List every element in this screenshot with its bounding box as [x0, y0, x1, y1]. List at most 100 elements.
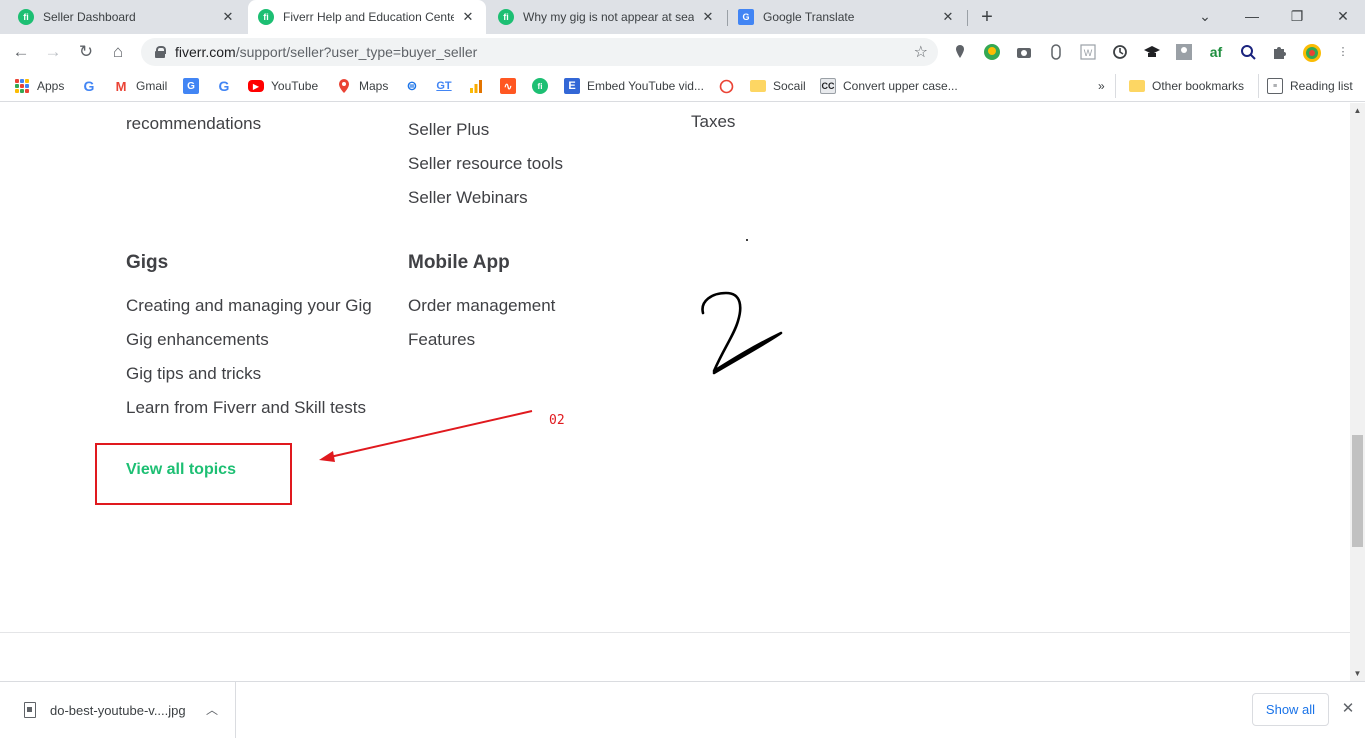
minimize-icon[interactable]: — — [1242, 6, 1262, 26]
svg-text:af: af — [1210, 44, 1223, 60]
scrollbar-thumb[interactable] — [1352, 435, 1363, 547]
bookmark-star-icon[interactable]: ☆ — [914, 42, 928, 62]
apps-grid-icon — [15, 79, 29, 93]
bookmark-convert-case[interactable]: CC Convert upper case... — [820, 76, 958, 96]
bookmark-label: Apps — [37, 79, 65, 93]
handwritten-dot — [746, 239, 748, 241]
close-icon[interactable]: ✕ — [940, 9, 956, 25]
bookmark-analytics[interactable] — [468, 76, 491, 96]
tab-why-my-gig[interactable]: fi Why my gig is not appear at sear ✕ — [488, 0, 726, 34]
bookmark-youtube[interactable]: ▶ YouTube — [248, 76, 318, 96]
profile-avatar-icon[interactable] — [1302, 43, 1321, 62]
svg-text:W: W — [1084, 48, 1093, 58]
tab-fiverr-help[interactable]: fi Fiverr Help and Education Center ✕ — [248, 0, 486, 34]
bookmark-label: Socail — [773, 79, 806, 93]
page-content: recommendations Seller Plus Seller resou… — [0, 103, 1350, 681]
bookmark-folder-socail[interactable]: Socail — [750, 76, 806, 96]
chrome-menu-icon[interactable]: ⋮ — [1334, 43, 1352, 61]
youtube-icon: ▶ — [248, 80, 264, 92]
google-translate-icon: G — [738, 9, 754, 25]
tab-google-translate[interactable]: G Google Translate ✕ — [728, 0, 966, 34]
fiverr-icon: fi — [532, 78, 548, 94]
home-icon[interactable]: ⌂ — [107, 41, 129, 63]
back-icon[interactable]: ← — [10, 41, 32, 63]
annotation-arrowhead — [319, 451, 335, 462]
bookmark-gmail[interactable]: M Gmail — [113, 76, 168, 96]
download-file-name: do-best-youtube-v....jpg — [50, 702, 186, 718]
gt-icon: GT — [436, 80, 452, 92]
tab-title: Fiverr Help and Education Center — [283, 10, 454, 24]
bookmark-other-bookmarks[interactable]: Other bookmarks — [1129, 76, 1244, 96]
analytics-icon — [468, 78, 484, 94]
ahrefs-icon[interactable]: af — [1207, 43, 1225, 61]
bookmarks-more-label: » — [1098, 79, 1105, 93]
bookmark-label: Gmail — [136, 79, 168, 93]
forward-icon[interactable]: → — [42, 41, 64, 63]
show-all-downloads-button[interactable]: Show all — [1252, 693, 1329, 726]
mouse-icon[interactable] — [1047, 43, 1065, 61]
close-download-shelf-icon[interactable]: ✕ — [1338, 699, 1358, 719]
bookmark-translate[interactable]: G — [183, 76, 206, 96]
lock-icon[interactable] — [155, 46, 166, 58]
folder-icon — [1129, 80, 1145, 92]
reading-list-button[interactable]: ≡ Reading list — [1267, 76, 1353, 96]
bookmark-google[interactable]: G — [81, 76, 104, 96]
new-tab-button[interactable]: + — [977, 6, 997, 28]
google-icon: G — [83, 78, 95, 94]
window-close-icon[interactable]: ✕ — [1333, 6, 1353, 26]
address-bar[interactable]: fiverr.com/support/seller?user_type=buye… — [141, 38, 938, 66]
camera-icon[interactable] — [1015, 43, 1033, 61]
google-translate-icon: G — [183, 78, 199, 94]
bookmark-embed-youtube[interactable]: E Embed YouTube vid... — [564, 76, 704, 96]
bookmark-label: YouTube — [271, 79, 319, 93]
maps-icon — [336, 78, 352, 94]
bookmark-globe[interactable]: ⊜ — [404, 76, 427, 96]
reload-icon[interactable]: ↻ — [75, 41, 97, 63]
fiverr-icon: fi — [498, 9, 514, 25]
google-icon: G — [218, 78, 230, 94]
grad-cap-icon[interactable] — [1143, 43, 1161, 61]
bookmark-label: Convert upper case... — [843, 79, 958, 93]
bookmark-label: Embed YouTube vid... — [587, 79, 704, 93]
cc-icon: CC — [820, 78, 836, 94]
download-item[interactable]: do-best-youtube-v....jpg ︿ — [0, 682, 236, 738]
scroll-up-arrow-icon[interactable]: ▲ — [1350, 103, 1365, 118]
close-icon[interactable]: ✕ — [220, 9, 236, 25]
annotation-overlay — [319, 239, 783, 462]
bookmark-google-2[interactable]: G — [216, 76, 239, 96]
history-icon[interactable] — [1111, 43, 1129, 61]
bookmarks-overflow-button[interactable]: » — [1098, 76, 1105, 96]
tab-seller-dashboard[interactable]: fi Seller Dashboard ✕ — [8, 0, 246, 34]
extensions-puzzle-icon[interactable] — [1271, 43, 1289, 61]
bookmark-apps[interactable]: Apps — [15, 76, 64, 96]
image-file-icon — [24, 702, 36, 718]
bookmark-activity[interactable]: ∿ — [500, 76, 523, 96]
activity-icon: ∿ — [500, 78, 516, 94]
fiverr-icon: fi — [258, 9, 274, 25]
tab-search-icon[interactable]: ⌄ — [1195, 6, 1215, 26]
location-pin-icon[interactable] — [951, 43, 969, 61]
tab-strip: fi Seller Dashboard ✕ fi Fiverr Help and… — [0, 0, 1365, 34]
bookmark-label: Other bookmarks — [1152, 79, 1245, 93]
close-icon[interactable]: ✕ — [700, 9, 716, 25]
bookmark-fiverr[interactable]: fi — [532, 76, 555, 96]
profile-extension-icon[interactable] — [1175, 43, 1193, 61]
lightbulb-extension-icon[interactable] — [983, 43, 1001, 61]
bookmark-gt[interactable]: GT — [436, 76, 459, 96]
scroll-down-arrow-icon[interactable]: ▼ — [1350, 666, 1365, 681]
tab-title: Why my gig is not appear at sear — [523, 10, 694, 24]
close-icon[interactable]: ✕ — [460, 9, 476, 25]
circle-icon — [718, 78, 734, 94]
page-scrollbar[interactable]: ▲ ▼ — [1350, 103, 1365, 681]
annotation-arrow-line — [329, 410, 533, 458]
footer-divider — [0, 632, 1350, 633]
wordpress-icon[interactable]: W — [1079, 43, 1097, 61]
bookmark-circle[interactable] — [718, 76, 741, 96]
restore-icon[interactable]: ❐ — [1287, 6, 1307, 26]
chevron-up-icon[interactable]: ︿ — [206, 701, 218, 718]
bookmark-maps[interactable]: Maps — [336, 76, 388, 96]
bookmark-label: Maps — [359, 79, 389, 93]
reading-list-icon: ≡ — [1267, 78, 1283, 94]
seo-search-icon[interactable] — [1239, 43, 1257, 61]
bookmarks-divider — [1115, 74, 1116, 98]
